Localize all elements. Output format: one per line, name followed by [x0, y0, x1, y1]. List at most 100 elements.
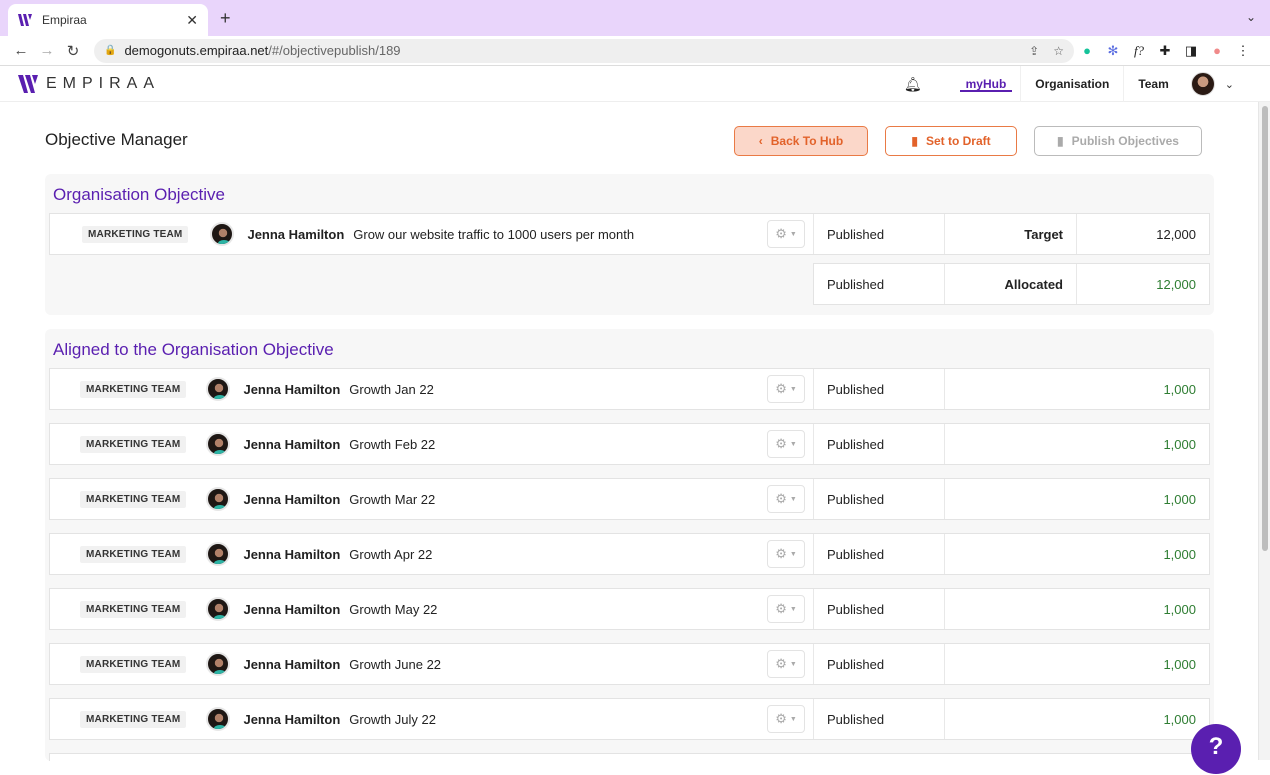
- owner-avatar: [206, 487, 231, 511]
- team-badge: MARKETING TEAM: [80, 435, 187, 453]
- row-settings-dropdown[interactable]: ⚙ ▼: [767, 485, 805, 513]
- app-header: EMPIRAA 🔔︎ myHub Organisation Team ⌄: [0, 66, 1270, 102]
- team-badge: MARKETING TEAM: [82, 225, 189, 243]
- new-tab-icon[interactable]: +: [220, 8, 231, 29]
- team-badge: MARKETING TEAM: [80, 380, 187, 398]
- row-settings-dropdown[interactable]: ⚙ ▼: [767, 220, 805, 248]
- target-value: 12,000: [1156, 226, 1196, 242]
- objective-name[interactable]: Growth Feb 22: [349, 437, 435, 452]
- address-bar-row: ← → ↻ 🔒 demogonuts.empiraa.net/#/objecti…: [0, 36, 1270, 66]
- objective-name[interactable]: Growth May 22: [349, 602, 437, 617]
- nav-myhub[interactable]: myHub: [952, 66, 1021, 102]
- row-settings-dropdown[interactable]: ⚙ ▼: [767, 430, 805, 458]
- back-arrow-icon[interactable]: ←: [8, 42, 34, 59]
- caret-down-icon: ▼: [789, 550, 797, 558]
- back-to-hub-label: Back To Hub: [770, 134, 844, 148]
- help-button[interactable]: ?: [1191, 724, 1241, 774]
- tab-search-chevron-icon[interactable]: ⌄: [1246, 10, 1256, 24]
- aligned-objective-row[interactable]: MARKETING TEAM Jenna Hamilton Growth Apr…: [49, 533, 1210, 575]
- gear-icon: ⚙: [775, 436, 787, 451]
- publish-objectives-button[interactable]: ▮ Publish Objectives: [1034, 126, 1202, 156]
- url-path: /#/objectivepublish/189: [268, 43, 401, 58]
- empiraa-logo-icon: [18, 14, 32, 26]
- user-menu-chevron-icon[interactable]: ⌄: [1225, 78, 1234, 91]
- caret-down-icon: ▼: [789, 605, 797, 613]
- allocated-label: Allocated: [945, 264, 1077, 304]
- page-scrollbar[interactable]: [1258, 102, 1270, 760]
- aligned-objective-row[interactable]: MARKETING TEAM Jenna Hamilton Growth Jan…: [49, 368, 1210, 410]
- team-badge: MARKETING TEAM: [80, 545, 187, 563]
- owner-avatar: [206, 597, 231, 621]
- aligned-objective-row[interactable]: MARKETING TEAM Jenna Hamilton Growth Jun…: [49, 643, 1210, 685]
- status-cell: Published: [814, 479, 945, 519]
- section-title: Aligned to the Organisation Objective: [53, 340, 334, 359]
- gear-icon: ⚙: [775, 546, 787, 561]
- row-settings-dropdown[interactable]: ⚙ ▼: [767, 650, 805, 678]
- owner-name: Jenna Hamilton: [243, 436, 341, 452]
- user-avatar[interactable]: [1190, 72, 1215, 96]
- status-cell: Published: [814, 369, 945, 409]
- lock-icon: 🔒: [104, 45, 117, 56]
- nav-organisation[interactable]: Organisation: [1020, 66, 1123, 102]
- snowflake-extension-icon[interactable]: ✻: [1100, 43, 1126, 59]
- target-label: Target: [945, 214, 1077, 254]
- owner-avatar: [206, 542, 231, 566]
- caret-down-icon: ▼: [789, 230, 797, 238]
- set-to-draft-button[interactable]: ▮ Set to Draft: [885, 126, 1017, 156]
- page-title: Objective Manager: [45, 130, 188, 149]
- browser-menu-icon[interactable]: ⋮: [1230, 43, 1256, 59]
- row-settings-dropdown[interactable]: ⚙ ▼: [767, 375, 805, 403]
- objective-name[interactable]: Grow our website traffic to 1000 users p…: [353, 227, 634, 242]
- allocated-value: 1,000: [1163, 381, 1196, 397]
- allocated-value: 1,000: [1163, 546, 1196, 562]
- profile-avatar-icon[interactable]: ●: [1204, 43, 1230, 58]
- aligned-objectives-section: Aligned to the Organisation Objective MA…: [45, 329, 1214, 761]
- status-cell: Published: [814, 424, 945, 464]
- grammarly-extension-icon[interactable]: ●: [1074, 43, 1100, 58]
- section-title: Organisation Objective: [53, 185, 225, 204]
- row-settings-dropdown[interactable]: ⚙ ▼: [767, 595, 805, 623]
- set-to-draft-label: Set to Draft: [925, 134, 991, 148]
- aligned-objective-row[interactable]: MARKETING TEAM Jenna Hamilton Growth Mar…: [49, 478, 1210, 520]
- publish-objectives-label: Publish Objectives: [1071, 134, 1179, 148]
- reload-icon[interactable]: ↻: [60, 42, 86, 60]
- brand-logo[interactable]: EMPIRAA: [18, 73, 160, 95]
- aligned-objective-row[interactable]: MARKETING TEAM Jenna Hamilton Growth Feb…: [49, 423, 1210, 465]
- status-cell: Published: [814, 589, 945, 629]
- share-icon[interactable]: ⇪: [1029, 44, 1039, 58]
- side-panel-icon[interactable]: ◨: [1178, 43, 1204, 59]
- font-extension-icon[interactable]: f?: [1126, 43, 1152, 59]
- bookmark-star-icon[interactable]: ☆: [1053, 44, 1064, 58]
- caret-down-icon: ▼: [789, 385, 797, 393]
- notification-bell-icon[interactable]: 🔔︎: [904, 76, 922, 93]
- team-badge: MARKETING TEAM: [80, 600, 187, 618]
- extensions-puzzle-icon[interactable]: ✚: [1152, 43, 1178, 59]
- url-input[interactable]: 🔒 demogonuts.empiraa.net/#/objectivepubl…: [94, 38, 1074, 63]
- url-host: demogonuts.empiraa.net: [124, 43, 269, 58]
- browser-tab[interactable]: Empiraa ✕: [8, 4, 208, 36]
- aligned-objective-row[interactable]: MARKETING TEAM Jenna Hamilton Growth May…: [49, 588, 1210, 630]
- objective-name[interactable]: Growth Apr 22: [349, 547, 432, 562]
- browser-tab-bar: Empiraa ✕ + ⌄: [0, 0, 1270, 36]
- caret-down-icon: ▼: [789, 660, 797, 668]
- status-cell: Published: [814, 214, 945, 254]
- close-tab-icon[interactable]: ✕: [186, 12, 198, 29]
- scrollbar-thumb[interactable]: [1262, 106, 1268, 551]
- status-cell: Published: [814, 644, 945, 684]
- back-to-hub-button[interactable]: ‹ Back To Hub: [734, 126, 868, 156]
- team-badge: MARKETING TEAM: [80, 655, 187, 673]
- objective-name[interactable]: Growth July 22: [349, 712, 436, 727]
- objective-name[interactable]: Growth June 22: [349, 657, 441, 672]
- row-settings-dropdown[interactable]: ⚙ ▼: [767, 540, 805, 568]
- objective-name[interactable]: Growth Jan 22: [349, 382, 434, 397]
- row-settings-dropdown[interactable]: ⚙ ▼: [767, 705, 805, 733]
- objective-name[interactable]: Growth Mar 22: [349, 492, 435, 507]
- nav-team[interactable]: Team: [1123, 66, 1182, 102]
- org-objective-row[interactable]: MARKETING TEAM Jenna Hamilton Grow our w…: [49, 213, 1210, 255]
- brand-wordmark: EMPIRAA: [46, 74, 161, 92]
- aligned-objective-row[interactable]: MARKETING TEAM Jenna Hamilton Growth Jul…: [49, 698, 1210, 740]
- caret-down-icon: ▼: [789, 440, 797, 448]
- status-cell: Published: [814, 534, 945, 574]
- team-badge: MARKETING TEAM: [80, 490, 187, 508]
- forward-arrow-icon[interactable]: →: [34, 42, 60, 59]
